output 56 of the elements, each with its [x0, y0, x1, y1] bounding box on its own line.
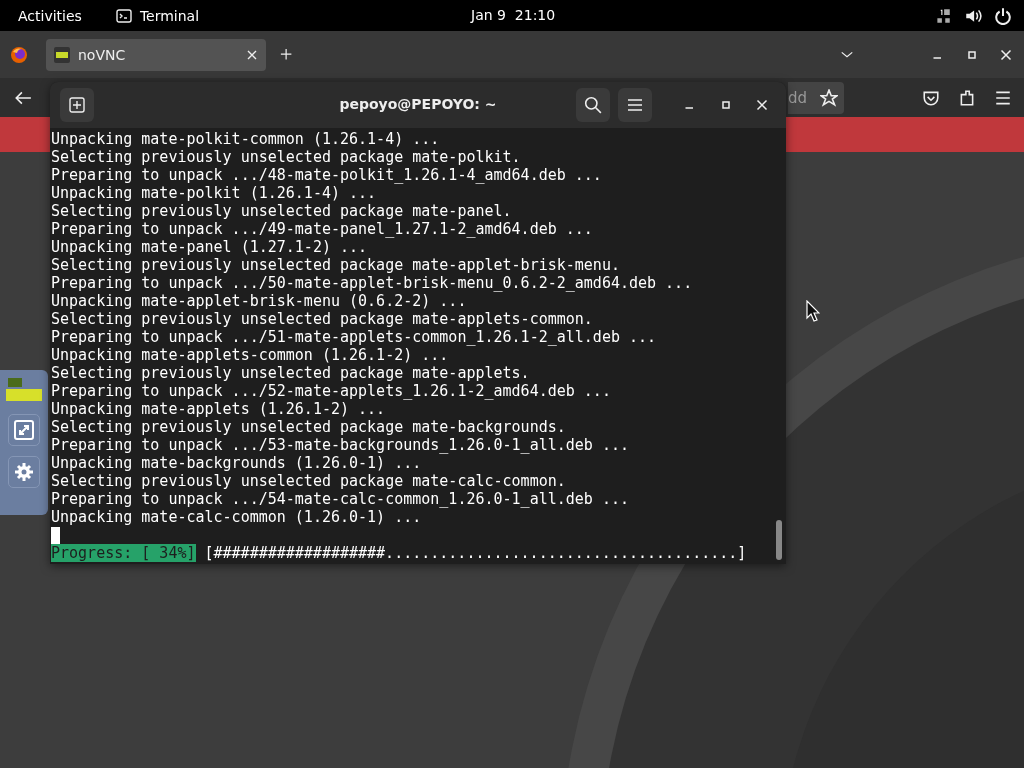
terminal-line: Selecting previously unselected package mate-applet-brisk-menu. [51, 256, 620, 274]
settings-button[interactable] [8, 456, 40, 488]
novnc-logo-icon [5, 376, 43, 404]
text-cursor [51, 527, 60, 544]
network-icon[interactable] [934, 6, 952, 25]
maximize-icon[interactable] [966, 48, 978, 61]
terminal-line: Unpacking mate-applet-brisk-menu (0.6.2-2) ... [51, 292, 467, 310]
terminal-line: Unpacking mate-calc-common (1.26.0-1) ... [51, 508, 422, 526]
terminal-line: Preparing to unpack .../50-mate-applet-brisk-menu_0.6.2-2_amd64.deb ... [51, 274, 693, 292]
power-icon[interactable] [994, 6, 1012, 25]
terminal-line: Preparing to unpack .../48-mate-polkit_1.26.1-4_amd64.deb ... [51, 166, 602, 184]
terminal-line: Selecting previously unselected package mate-polkit. [51, 148, 521, 166]
terminal-line: Unpacking mate-polkit-common (1.26.1-4) ... [51, 130, 440, 148]
fullscreen-button[interactable] [8, 414, 40, 446]
terminal-line: Selecting previously unselected package mate-calc-common. [51, 472, 566, 490]
browser-tab[interactable]: noVNC [46, 38, 266, 71]
terminal-line: Selecting previously unselected package mate-panel. [51, 202, 512, 220]
terminal-line: Preparing to unpack .../52-mate-applets_1.26.1-2_amd64.deb ... [51, 382, 611, 400]
progress-label: Progress: [ 34%] [51, 544, 196, 562]
terminal-line: Unpacking mate-panel (1.27.1-2) ... [51, 238, 368, 256]
extensions-icon[interactable] [958, 88, 976, 107]
progress-text: [###################.......................................] [204, 544, 747, 562]
terminal-line: Unpacking mate-backgrounds (1.26.0-1) ... [51, 454, 422, 472]
menu-button[interactable] [618, 88, 652, 122]
novnc-favicon-icon [54, 46, 70, 63]
clock[interactable]: Jan 9 21:10 [471, 7, 556, 23]
terminal-line: Selecting previously unselected package mate-applets. [51, 364, 530, 382]
terminal-line: Preparing to unpack .../49-mate-panel_1.27.1-2_amd64.deb ... [51, 220, 593, 238]
search-button[interactable] [576, 88, 610, 122]
new-tab-button[interactable] [60, 88, 94, 122]
plus-icon [69, 97, 85, 113]
terminal-line: Selecting previously unselected package mate-backgrounds. [51, 418, 566, 436]
new-tab-icon[interactable] [280, 47, 294, 62]
terminal-line: Unpacking mate-polkit (1.26.1-4) ... [51, 184, 377, 202]
close-icon[interactable] [1000, 48, 1012, 61]
maximize-icon[interactable] [720, 99, 732, 111]
terminal-line: Preparing to unpack .../54-mate-calc-common_1.26.0-1_all.deb ... [51, 490, 629, 508]
window-title: pepoyo@PEPOYO: ~ [339, 96, 497, 112]
terminal-line: Selecting previously unselected package mate-applets-common. [51, 310, 593, 328]
mouse-pointer-icon [806, 300, 820, 322]
terminal-line: Unpacking mate-applets (1.26.1-2) ... [51, 400, 386, 418]
menu-icon [627, 97, 643, 113]
browser-logo-icon[interactable] [10, 45, 28, 64]
terminal-line: Unpacking mate-applets-common (1.26.1-2) ... [51, 346, 449, 364]
expand-icon [14, 420, 34, 440]
app-name[interactable]: Terminal [139, 7, 200, 24]
gear-icon [14, 462, 34, 482]
search-icon [584, 96, 602, 114]
terminal-icon [115, 8, 132, 23]
close-icon[interactable] [756, 99, 768, 111]
activities-button[interactable]: Activities [18, 7, 82, 24]
terminal-line: Preparing to unpack .../51-mate-applets-common_1.26.1-2_all.deb ... [51, 328, 657, 346]
star-icon[interactable] [820, 88, 838, 107]
terminal-line: Preparing to unpack .../53-mate-backgrounds_1.26.0-1_all.deb ... [51, 436, 629, 454]
close-icon[interactable] [246, 48, 258, 61]
scrollbar-thumb[interactable] [776, 520, 782, 560]
